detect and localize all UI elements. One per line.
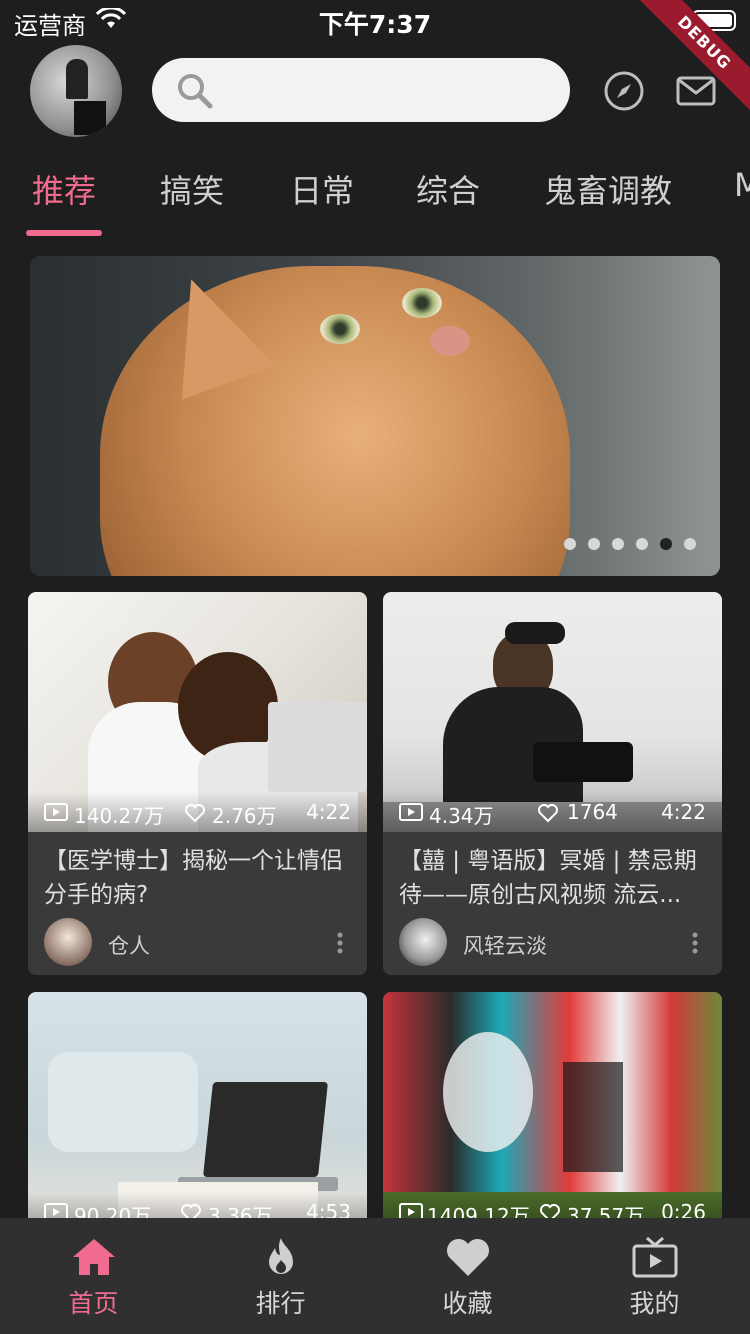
nav-label: 排行 bbox=[255, 1289, 306, 1318]
like-icon bbox=[185, 804, 205, 823]
carousel-dot[interactable] bbox=[684, 538, 696, 550]
duration: 4:22 bbox=[661, 800, 706, 824]
home-icon bbox=[73, 1239, 115, 1275]
like-icon bbox=[538, 804, 558, 823]
view-count: 4.34万 bbox=[429, 804, 494, 828]
play-count-icon bbox=[44, 803, 68, 821]
tab-indicator bbox=[26, 230, 102, 236]
like-count: 2.76万 bbox=[212, 804, 277, 828]
category-tabs: 推荐 搞笑 日常 综合 鬼畜调教 M bbox=[0, 158, 750, 228]
author-name[interactable]: 风轻云淡 bbox=[463, 930, 547, 960]
tab-daily[interactable]: 日常 bbox=[290, 166, 354, 212]
banner-carousel[interactable] bbox=[30, 256, 720, 576]
nav-ranking[interactable]: 排行 bbox=[187, 1218, 374, 1334]
carousel-dot[interactable] bbox=[612, 538, 624, 550]
video-title[interactable]: 【医学博士】揭秘一个让情侣分手的病? bbox=[44, 844, 354, 912]
heart-icon bbox=[446, 1238, 490, 1276]
view-count: 140.27万 bbox=[74, 804, 164, 828]
duration: 4:22 bbox=[306, 800, 351, 824]
author-avatar[interactable] bbox=[399, 918, 447, 966]
author-avatar[interactable] bbox=[44, 918, 92, 966]
status-bar: 运营商 下午7:37 bbox=[0, 0, 750, 40]
user-avatar[interactable] bbox=[30, 45, 122, 137]
carousel-dots bbox=[564, 538, 696, 552]
carousel-dot[interactable] bbox=[588, 538, 600, 550]
author-name[interactable]: 仓人 bbox=[108, 930, 150, 960]
search-input[interactable] bbox=[152, 58, 570, 122]
video-card[interactable]: 4.34万 1764 4:22 【囍 | 粤语版】冥婚 | 禁忌期待——原创古风… bbox=[383, 592, 722, 975]
flame-icon bbox=[269, 1238, 293, 1274]
tab-general[interactable]: 综合 bbox=[416, 166, 480, 212]
compass-icon[interactable] bbox=[603, 70, 645, 112]
tab-more[interactable]: M bbox=[734, 166, 750, 204]
like-count: 1764 bbox=[567, 800, 618, 824]
carousel-dot[interactable] bbox=[636, 538, 648, 550]
video-title[interactable]: 【囍 | 粤语版】冥婚 | 禁忌期待——原创古风视频 流云... bbox=[399, 844, 709, 912]
tab-funny[interactable]: 搞笑 bbox=[160, 166, 224, 212]
clock: 下午7:37 bbox=[318, 10, 432, 39]
nav-home[interactable]: 首页 bbox=[0, 1218, 187, 1334]
tab-remix[interactable]: 鬼畜调教 bbox=[544, 166, 672, 212]
mail-icon[interactable] bbox=[675, 70, 717, 112]
play-count-icon bbox=[399, 803, 423, 821]
nav-favorites[interactable]: 收藏 bbox=[374, 1218, 561, 1334]
nav-label: 我的 bbox=[629, 1289, 680, 1318]
nav-profile[interactable]: 我的 bbox=[561, 1218, 748, 1334]
tv-icon bbox=[632, 1236, 678, 1278]
carousel-dot-active[interactable] bbox=[660, 538, 672, 550]
tab-recommend[interactable]: 推荐 bbox=[32, 166, 96, 212]
nav-label: 首页 bbox=[68, 1289, 119, 1318]
video-card[interactable]: 140.27万 2.76万 4:22 【医学博士】揭秘一个让情侣分手的病? 仓人 bbox=[28, 592, 367, 975]
more-icon[interactable] bbox=[692, 932, 698, 954]
more-icon[interactable] bbox=[337, 932, 343, 954]
nav-label: 收藏 bbox=[442, 1289, 493, 1318]
bottom-nav: 首页 排行 收藏 我的 bbox=[0, 1218, 750, 1334]
carousel-dot[interactable] bbox=[564, 538, 576, 550]
search-icon bbox=[178, 74, 213, 109]
